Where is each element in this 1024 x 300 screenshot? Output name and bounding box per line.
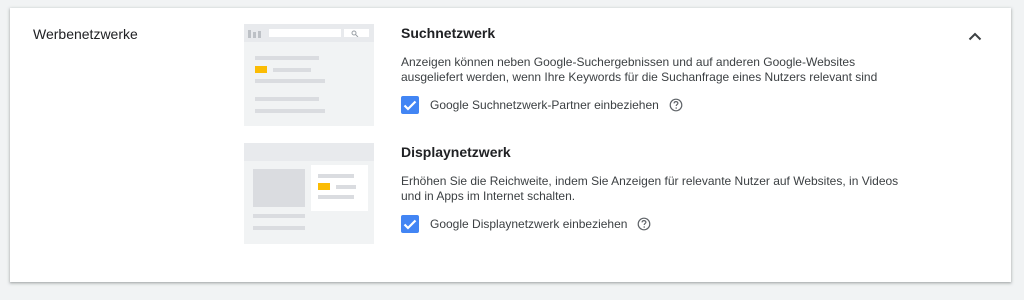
- search-network-title: Suchnetzwerk: [401, 25, 496, 41]
- display-network-illustration: [244, 143, 374, 244]
- display-network-title: Displaynetzwerk: [401, 144, 511, 160]
- checkmark-icon: [403, 100, 417, 111]
- help-circle-icon: [669, 98, 683, 112]
- display-network-label[interactable]: Google Displaynetzwerk einbeziehen: [430, 217, 627, 231]
- display-network-help-button[interactable]: [637, 217, 651, 231]
- search-partners-help-button[interactable]: [669, 98, 683, 112]
- ad-networks-card: Werbenetzwerke Suchnetzwerk Anzeigen kön…: [10, 8, 1011, 282]
- display-network-section: Displaynetzwerk Erhöhen Sie die Reichwei…: [401, 144, 921, 233]
- section-title: Werbenetzwerke: [33, 26, 138, 42]
- search-partners-option: Google Suchnetzwerk-Partner einbeziehen: [401, 96, 921, 114]
- display-network-description: Erhöhen Sie die Reichweite, indem Sie An…: [401, 174, 899, 203]
- display-network-checkbox[interactable]: [401, 215, 419, 233]
- chevron-up-icon: [968, 32, 982, 40]
- help-circle-icon: [638, 217, 651, 231]
- display-network-option: Google Displaynetzwerk einbeziehen: [401, 215, 921, 233]
- checkmark-icon: [403, 219, 417, 230]
- search-partners-checkbox[interactable]: [401, 96, 419, 114]
- collapse-button[interactable]: [963, 24, 987, 48]
- search-network-illustration: [244, 24, 374, 126]
- search-partners-label[interactable]: Google Suchnetzwerk-Partner einbeziehen: [430, 98, 659, 112]
- search-network-description: Anzeigen können neben Google-Suchergebni…: [401, 55, 878, 84]
- search-network-section: Suchnetzwerk Anzeigen können neben Googl…: [401, 25, 921, 114]
